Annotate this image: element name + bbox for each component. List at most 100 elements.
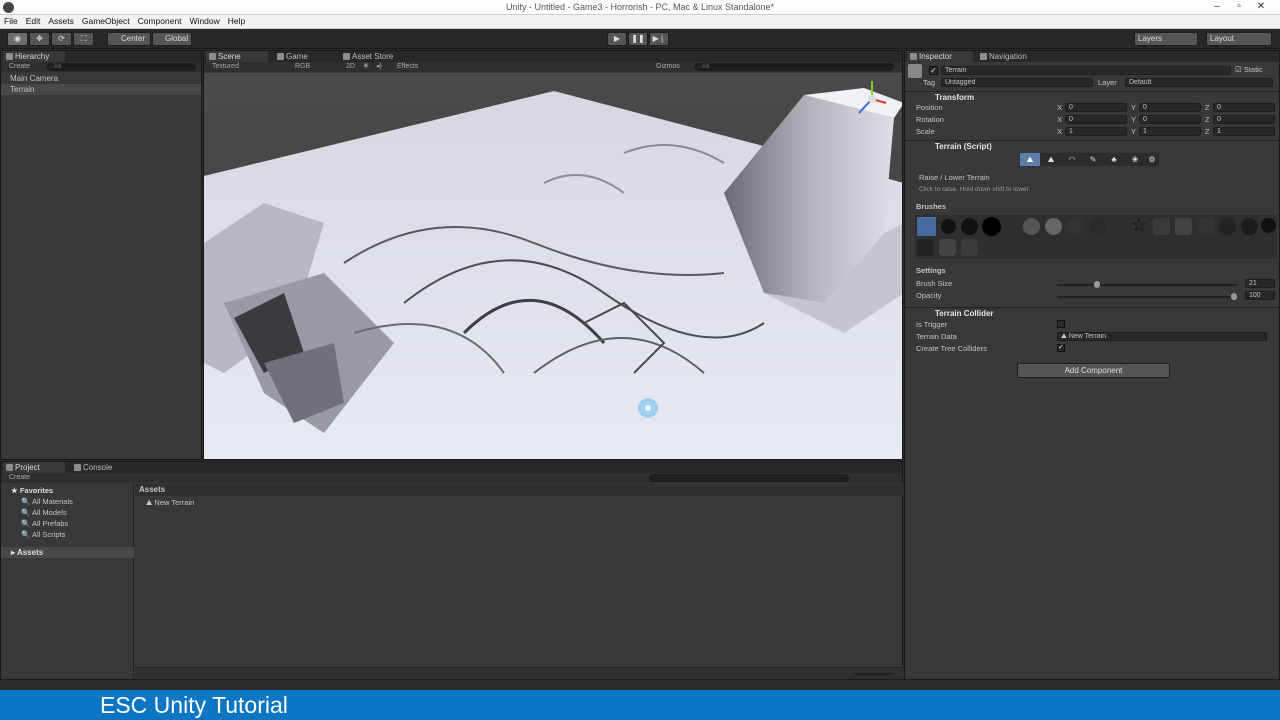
brush-hard-large[interactable] <box>982 217 1001 236</box>
menu-assets[interactable]: Assets <box>44 15 78 28</box>
tab-asset-store[interactable]: Asset Store <box>340 51 420 62</box>
scene-search-input[interactable]: All <box>694 63 894 71</box>
layout-dropdown[interactable]: Layout <box>1206 32 1272 46</box>
tab-console[interactable]: Console <box>71 462 133 473</box>
close-icon[interactable]: ✕ <box>1250 0 1272 14</box>
hierarchy-item-main-camera[interactable]: Main Camera <box>1 73 201 84</box>
favorite-all-prefabs[interactable]: 🔍 All Prefabs <box>21 519 68 528</box>
brush-hard-medium[interactable] <box>961 218 978 235</box>
brush-size-field[interactable]: 21 <box>1245 279 1275 288</box>
place-trees-tool-icon[interactable]: ♣ <box>1104 153 1124 166</box>
tab-hierarchy[interactable]: Hierarchy <box>3 51 65 62</box>
scale-tool-icon[interactable]: ⛶ <box>73 32 94 46</box>
tag-dropdown[interactable]: Untagged <box>941 78 1093 87</box>
terrain-data-field[interactable]: ⛰ New Terrain <box>1057 332 1267 341</box>
hand-tool-icon[interactable]: ◉ <box>7 32 28 46</box>
terrain-script-header[interactable]: Terrain (Script) <box>905 140 1279 152</box>
brush-star[interactable]: ☆ <box>1131 215 1147 236</box>
rotation-y-field[interactable]: 0 <box>1139 115 1201 124</box>
favorite-all-scripts[interactable]: 🔍 All Scripts <box>21 530 65 539</box>
terrain-collider-header[interactable]: Terrain Collider <box>905 307 1279 319</box>
paint-height-tool-icon[interactable]: ⛰ <box>1041 153 1061 166</box>
hierarchy-item-terrain[interactable]: Terrain <box>1 84 201 95</box>
menu-help[interactable]: Help <box>224 15 249 28</box>
brush-noise-6[interactable] <box>1261 218 1276 233</box>
pivot-center-button[interactable]: Center <box>107 32 151 46</box>
move-tool-icon[interactable]: ✥ <box>29 32 50 46</box>
brush-noise-1[interactable] <box>1153 218 1170 235</box>
smooth-height-tool-icon[interactable]: ◠ <box>1062 153 1082 166</box>
brush-scatter-1[interactable] <box>917 239 934 256</box>
menu-file[interactable]: File <box>0 15 22 28</box>
render-mode-dropdown[interactable]: RGB <box>295 62 310 72</box>
gizmos-dropdown[interactable]: Gizmos <box>656 62 680 72</box>
project-search-input[interactable] <box>649 474 849 482</box>
tab-scene[interactable]: Scene <box>206 51 268 62</box>
icon-size-slider[interactable] <box>853 673 893 675</box>
tab-game[interactable]: Game <box>274 51 336 62</box>
menu-window[interactable]: Window <box>186 15 224 28</box>
brush-noise-4[interactable] <box>1219 218 1236 235</box>
asset-breadcrumb[interactable]: Assets <box>135 484 903 496</box>
brush-noise-5[interactable] <box>1241 218 1258 235</box>
terrain-settings-icon[interactable]: ⚙ <box>1145 153 1159 166</box>
brush-splat-3[interactable] <box>1067 218 1084 235</box>
brush-splat-4[interactable] <box>1089 218 1106 235</box>
step-button[interactable]: ▶❘ <box>649 32 669 46</box>
paint-texture-tool-icon[interactable]: ✎ <box>1083 153 1103 166</box>
brush-size-thumb[interactable] <box>1093 281 1100 288</box>
brush-noise-3[interactable] <box>1197 218 1214 235</box>
brush-splat-2[interactable] <box>1045 218 1062 235</box>
object-name-field[interactable]: Terrain <box>941 66 1231 75</box>
tab-navigation[interactable]: Navigation <box>977 51 1047 62</box>
menu-component[interactable]: Component <box>134 15 186 28</box>
lighting-icon[interactable]: ✳ <box>363 62 369 72</box>
audio-icon[interactable]: ◂) <box>376 62 382 72</box>
paint-details-tool-icon[interactable]: ❀ <box>1125 153 1145 166</box>
layers-dropdown[interactable]: Layers <box>1134 32 1198 46</box>
favorites-folder[interactable]: ★ Favorites <box>11 486 53 495</box>
rotation-x-field[interactable]: 0 <box>1065 115 1127 124</box>
asset-item-new-terrain[interactable]: ⛰ New Terrain <box>146 498 194 508</box>
brush-scatter-2[interactable] <box>939 239 956 256</box>
raise-lower-tool-icon[interactable]: ⛰ <box>1020 153 1040 166</box>
scale-z-field[interactable]: 1 <box>1213 127 1275 136</box>
tree-colliders-checkbox[interactable]: ✓ <box>1057 344 1065 352</box>
menu-edit[interactable]: Edit <box>22 15 45 28</box>
opacity-slider[interactable] <box>1057 293 1237 300</box>
opacity-thumb[interactable] <box>1231 293 1237 300</box>
favorite-all-models[interactable]: 🔍 All Models <box>21 508 67 517</box>
hierarchy-search-input[interactable]: All <box>46 63 196 71</box>
brush-noise-2[interactable] <box>1175 218 1192 235</box>
scale-y-field[interactable]: 1 <box>1139 127 1201 136</box>
brush-hard-small[interactable] <box>941 219 956 234</box>
hierarchy-create-button[interactable]: Create <box>9 62 30 72</box>
brush-scatter-3[interactable] <box>961 239 978 256</box>
space-global-button[interactable]: Global <box>152 32 192 46</box>
is-trigger-checkbox[interactable] <box>1057 320 1065 328</box>
shading-mode-dropdown[interactable]: Textured <box>212 62 239 72</box>
brush-selected[interactable] <box>917 217 936 236</box>
transform-header[interactable]: Transform <box>905 91 1279 103</box>
tab-project[interactable]: Project <box>3 462 65 473</box>
play-button[interactable]: ▶ <box>607 32 627 46</box>
brush-size-slider[interactable] <box>1057 281 1237 288</box>
layer-dropdown[interactable]: Default <box>1125 78 1273 87</box>
static-checkbox[interactable]: ☑ Static <box>1235 65 1263 74</box>
position-y-field[interactable]: 0 <box>1139 103 1201 112</box>
add-component-button[interactable]: Add Component <box>1017 363 1170 378</box>
maximize-icon[interactable]: ▫ <box>1228 0 1250 14</box>
rotate-tool-icon[interactable]: ⟳ <box>51 32 72 46</box>
active-checkbox[interactable]: ✓ <box>929 66 938 75</box>
position-z-field[interactable]: 0 <box>1213 103 1275 112</box>
menu-gameobject[interactable]: GameObject <box>78 15 134 28</box>
tab-inspector[interactable]: Inspector <box>907 51 973 62</box>
position-x-field[interactable]: 0 <box>1065 103 1127 112</box>
opacity-field[interactable]: 100 <box>1245 291 1275 300</box>
favorite-all-materials[interactable]: 🔍 All Materials <box>21 497 73 506</box>
2d-toggle[interactable]: 2D <box>346 62 355 72</box>
project-create-button[interactable]: Create <box>9 473 30 483</box>
scale-x-field[interactable]: 1 <box>1065 127 1127 136</box>
brush-splat-1[interactable] <box>1023 218 1040 235</box>
minimize-icon[interactable]: – <box>1206 0 1228 14</box>
